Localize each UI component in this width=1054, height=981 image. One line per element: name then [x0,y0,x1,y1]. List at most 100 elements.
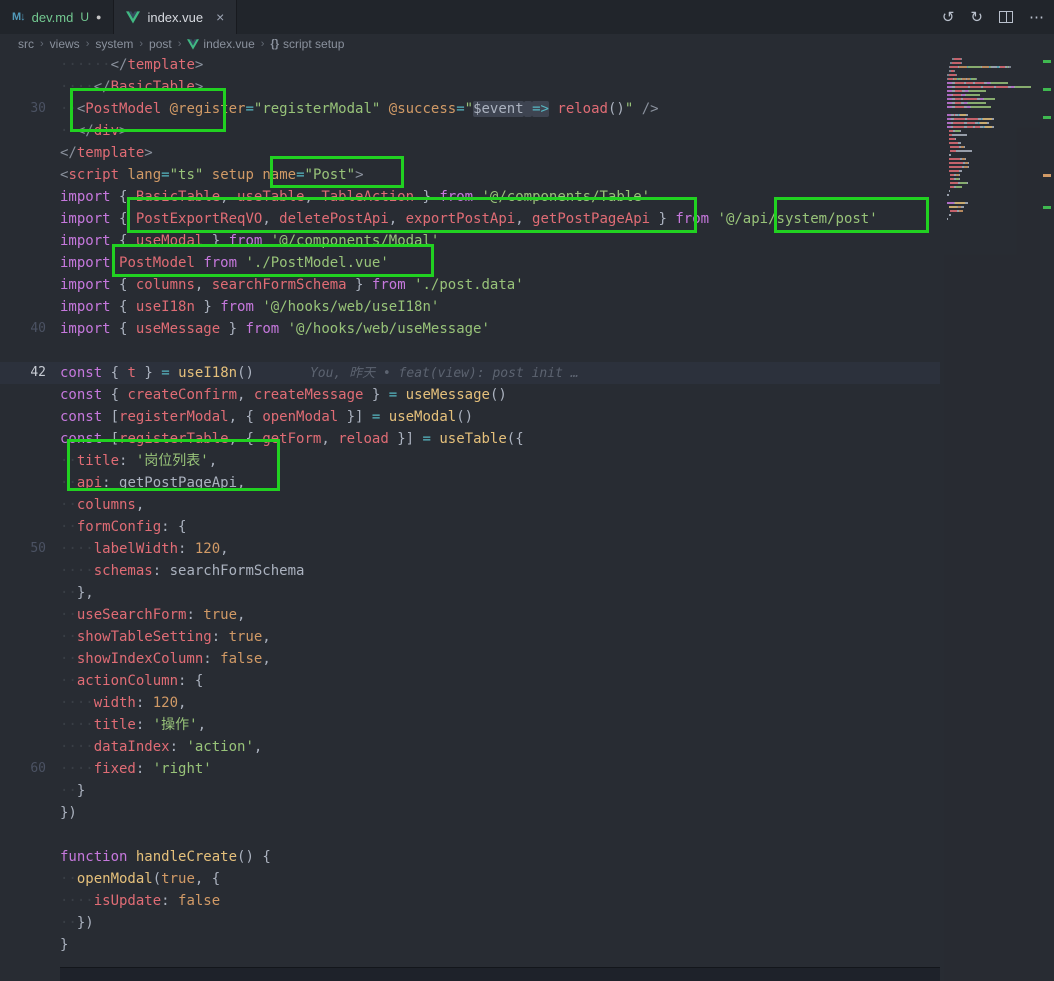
code-line[interactable]: } [0,934,940,956]
line-number[interactable] [0,912,46,934]
line-number[interactable] [0,296,46,318]
line-number[interactable] [0,868,46,890]
line-number[interactable] [0,472,46,494]
code-line[interactable]: 40import { useMessage } from '@/hooks/we… [0,318,940,340]
code-line[interactable]: import { useI18n } from '@/hooks/web/use… [0,296,940,318]
line-number[interactable] [0,824,46,846]
line-number[interactable] [0,626,46,648]
code-line[interactable]: const { createConfirm, createMessage } =… [0,384,940,406]
tab-index-vue[interactable]: index.vue × [114,0,237,34]
code-line[interactable]: ··} [0,780,940,802]
code-line[interactable]: import PostModel from './PostModel.vue' [0,252,940,274]
code-line[interactable]: ··}) [0,912,940,934]
code-line[interactable]: 30··<PostModel @register="registerModal"… [0,98,940,120]
line-number[interactable]: 42 [0,362,46,384]
line-number[interactable] [0,142,46,164]
timeline-undo-icon[interactable]: ↺ [942,8,955,26]
code-line[interactable]: ··title: '岗位列表', [0,450,940,472]
code-line[interactable]: ··useSearchForm: true, [0,604,940,626]
line-number[interactable] [0,186,46,208]
line-number[interactable] [0,252,46,274]
code-line[interactable]: import { columns, searchFormSchema } fro… [0,274,940,296]
line-number[interactable] [0,450,46,472]
code-line[interactable]: ··showIndexColumn: false, [0,648,940,670]
code-line[interactable]: ··formConfig: { [0,516,940,538]
line-number[interactable]: 60 [0,758,46,780]
line-number[interactable] [0,406,46,428]
code-line[interactable]: </template> [0,142,940,164]
code-line[interactable]: ····title: '操作', [0,714,940,736]
code-line[interactable]: ····schemas: searchFormSchema [0,560,940,582]
line-number[interactable] [0,384,46,406]
line-number[interactable] [0,604,46,626]
code-line[interactable]: ··}, [0,582,940,604]
split-editor-icon[interactable] [999,11,1013,23]
code-line[interactable]: ······</template> [0,54,940,76]
line-number[interactable] [0,208,46,230]
code-line[interactable]: import { PostExportReqVO, deletePostApi,… [0,208,940,230]
line-number[interactable] [0,736,46,758]
line-number[interactable] [0,76,46,98]
code-line[interactable]: ··columns, [0,494,940,516]
breadcrumb-item-index-vue[interactable]: index.vue [187,37,254,51]
code-line[interactable]: ··api: getPostPageApi, [0,472,940,494]
line-number[interactable] [0,648,46,670]
breadcrumb-item-views[interactable]: views [50,37,80,51]
code-line[interactable]: const [registerModal, { openModal }] = u… [0,406,940,428]
code-line[interactable] [0,340,940,362]
code-line[interactable]: <script lang="ts" setup name="Post"> [0,164,940,186]
line-number[interactable] [0,516,46,538]
code-line[interactable]: 50····labelWidth: 120, [0,538,940,560]
breadcrumb-item-system[interactable]: system [95,37,133,51]
line-number[interactable] [0,54,46,76]
close-icon[interactable]: × [216,9,224,25]
line-number[interactable] [0,802,46,824]
editor[interactable]: ······</template>····</BasicTable>30··<P… [0,54,1054,981]
code-line[interactable]: ····</BasicTable> [0,76,940,98]
tab-dev-md[interactable]: M↓ dev.md U ● [0,0,114,34]
timeline-redo-icon[interactable]: ↻ [970,8,983,26]
code-line[interactable]: import { BasicTable, useTable, TableActi… [0,186,940,208]
line-number[interactable] [0,692,46,714]
code-line[interactable]: ··</div> [0,120,940,142]
line-number[interactable] [0,164,46,186]
code-line[interactable] [0,824,940,846]
line-number[interactable]: 40 [0,318,46,340]
breadcrumb-item-script-setup[interactable]: {}script setup [270,37,344,51]
line-number[interactable] [0,670,46,692]
breadcrumb-item-src[interactable]: src [18,37,34,51]
line-number[interactable] [0,714,46,736]
code-line[interactable]: ····width: 120, [0,692,940,714]
line-number[interactable] [0,120,46,142]
line-number[interactable] [0,494,46,516]
code-line[interactable]: ··actionColumn: { [0,670,940,692]
dirty-indicator-icon[interactable]: ● [96,12,101,22]
code-line[interactable]: 42const { t } = useI18n()You, 昨天 • feat(… [0,362,940,384]
line-number[interactable] [0,890,46,912]
line-number[interactable] [0,274,46,296]
minimap[interactable] [944,56,1040,981]
breadcrumb-item-post[interactable]: post [149,37,172,51]
line-number[interactable] [0,230,46,252]
code-line[interactable]: 60····fixed: 'right' [0,758,940,780]
code-area[interactable]: ······</template>····</BasicTable>30··<P… [0,54,940,956]
code-line[interactable]: const [registerTable, { getForm, reload … [0,428,940,450]
line-number[interactable] [0,428,46,450]
horizontal-scrollbar[interactable] [60,967,940,981]
code-line[interactable]: ····dataIndex: 'action', [0,736,940,758]
code-line[interactable]: import { useModal } from '@/components/M… [0,230,940,252]
line-number[interactable] [0,934,46,956]
line-number[interactable]: 30 [0,98,46,120]
line-number[interactable] [0,560,46,582]
code-line[interactable]: }) [0,802,940,824]
code-line[interactable]: ··openModal(true, { [0,868,940,890]
code-line[interactable]: ····isUpdate: false [0,890,940,912]
line-number[interactable] [0,582,46,604]
line-number[interactable] [0,340,46,362]
more-actions-icon[interactable]: ⋯ [1029,8,1044,26]
line-number[interactable]: 50 [0,538,46,560]
code-line[interactable]: ··showTableSetting: true, [0,626,940,648]
line-number[interactable] [0,846,46,868]
line-number[interactable] [0,780,46,802]
code-line[interactable]: function handleCreate() { [0,846,940,868]
